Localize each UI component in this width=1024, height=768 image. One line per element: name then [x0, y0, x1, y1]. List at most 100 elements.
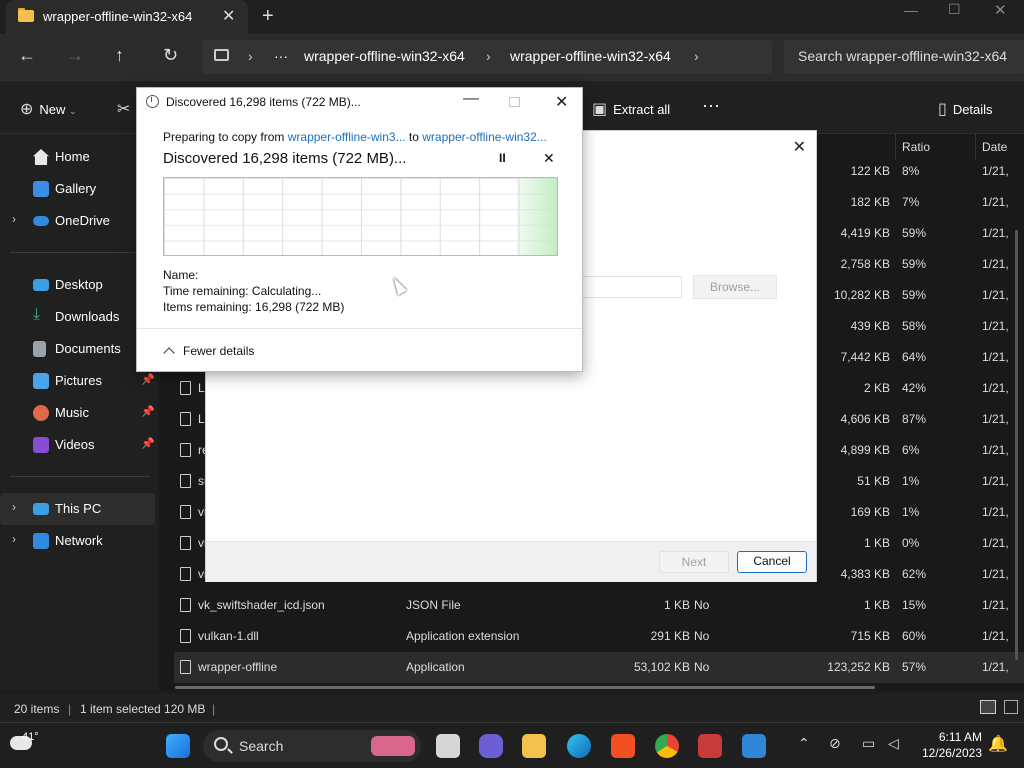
- chevron-right-icon[interactable]: ›: [694, 48, 699, 64]
- explorer-tab[interactable]: wrapper-offline-win32-x64 ✕: [6, 0, 248, 34]
- clock[interactable]: 6:11 AM 12/26/2023: [916, 729, 982, 761]
- cancel-copy-icon[interactable]: ✕: [543, 150, 555, 167]
- sidebar-item-onedrive[interactable]: › OneDrive: [0, 205, 155, 237]
- tiles-view-icon[interactable]: [1004, 700, 1018, 714]
- dialog-close-icon[interactable]: ✕: [555, 92, 568, 112]
- breadcrumb-overflow[interactable]: ···: [274, 48, 288, 64]
- chevron-right-icon[interactable]: ›: [12, 532, 16, 546]
- destination-link[interactable]: wrapper-offline-win32...: [422, 130, 547, 144]
- file-icon: [180, 598, 191, 612]
- task-view-icon[interactable]: [436, 734, 460, 758]
- cell-name: vulkan-1.dll: [198, 629, 259, 643]
- teams-icon[interactable]: [479, 734, 503, 758]
- minimize-icon[interactable]: —: [463, 90, 479, 108]
- network-status-icon[interactable]: ⊘: [829, 735, 841, 752]
- sidebar-item-this-pc[interactable]: › This PC: [0, 493, 155, 525]
- volume-muted-icon[interactable]: ◁: [888, 735, 899, 752]
- refresh-icon[interactable]: ↻: [163, 45, 178, 66]
- edge-icon[interactable]: [567, 734, 591, 758]
- table-row[interactable]: wrapper-offline Application 53,102 KB No 123…: [174, 652, 1024, 683]
- table-row[interactable]: vulkan-1.dll Application extension 291 KB N…: [174, 621, 1024, 652]
- maximize-icon[interactable]: ☐: [948, 1, 961, 18]
- chrome-icon[interactable]: [655, 734, 679, 758]
- back-icon[interactable]: ←: [18, 45, 36, 66]
- chevron-right-icon: ›: [486, 48, 491, 64]
- show-hidden-icons-icon[interactable]: ⌃: [798, 735, 810, 752]
- details-view-icon[interactable]: [980, 700, 996, 714]
- sidebar-item-videos[interactable]: Videos 📌: [0, 429, 155, 461]
- search-placeholder: Search wrapper-offline-win32-x64: [798, 48, 1008, 64]
- pin-icon[interactable]: 📌: [141, 437, 155, 450]
- winrar-icon[interactable]: [698, 734, 722, 758]
- chevron-right-icon[interactable]: ›: [12, 500, 16, 514]
- date: 12/26/2023: [921, 746, 982, 760]
- start-icon[interactable]: [166, 734, 190, 758]
- cell-size: 123,252 KB: [827, 660, 890, 674]
- cell-date: 1/21,: [982, 195, 1009, 209]
- pin-icon[interactable]: 📌: [141, 373, 155, 386]
- browse-button[interactable]: Browse...: [693, 275, 777, 299]
- table-row[interactable]: vk_swiftshader_icd.json JSON File 1 KB No 1 …: [174, 590, 1024, 621]
- sidebar-item-home[interactable]: Home: [0, 141, 155, 173]
- up-icon[interactable]: ↑: [115, 45, 124, 66]
- sidebar-item-documents[interactable]: Documents: [0, 333, 155, 365]
- cell-protected: No: [694, 598, 710, 612]
- next-button[interactable]: Next: [659, 551, 729, 573]
- selection-info: 1 item selected 120 MB: [80, 702, 206, 716]
- forward-icon[interactable]: →: [66, 45, 84, 66]
- chevron-right-icon: ›: [248, 48, 253, 64]
- minimize-icon[interactable]: —: [904, 2, 918, 18]
- wizard-close-icon[interactable]: ✕: [793, 137, 806, 157]
- vertical-scrollbar[interactable]: [1015, 230, 1018, 660]
- volume-icon[interactable]: ▭: [862, 735, 875, 752]
- chevron-right-icon[interactable]: ›: [12, 212, 16, 226]
- cut-icon[interactable]: ✂: [117, 99, 136, 119]
- cell-date: 1/21,: [982, 257, 1009, 271]
- breadcrumb-segment-1[interactable]: wrapper-offline-win32-x64: [304, 48, 465, 64]
- column-header-date[interactable]: Date: [982, 140, 1007, 154]
- close-window-icon[interactable]: ✕: [994, 1, 1007, 19]
- taskbar-search[interactable]: Search: [203, 730, 421, 762]
- cell-size: 4,606 KB: [840, 412, 890, 426]
- plus-icon: ⊕: [20, 101, 34, 118]
- more-options-button[interactable]: ···: [702, 95, 720, 116]
- paint-icon[interactable]: [742, 734, 766, 758]
- dialog-title: Discovered 16,298 items (722 MB)...: [166, 95, 361, 109]
- sidebar-item-music[interactable]: Music 📌: [0, 397, 155, 429]
- horizontal-scrollbar[interactable]: [175, 686, 875, 689]
- cell-name: L: [198, 412, 205, 426]
- fewer-details-toggle[interactable]: Fewer details: [163, 344, 254, 359]
- file-icon: [180, 536, 191, 550]
- search-box[interactable]: Search wrapper-offline-win32-x64: [784, 40, 1024, 74]
- notification-bell-icon[interactable]: 🔔: [988, 734, 1008, 754]
- sidebar-item-network[interactable]: › Network: [0, 525, 155, 557]
- column-header-ratio[interactable]: Ratio: [902, 140, 930, 154]
- cell-date: 1/21,: [982, 443, 1009, 457]
- sidebar-item-downloads[interactable]: ⤓ Downloads: [0, 301, 155, 333]
- item-count: 20 items: [14, 702, 60, 716]
- address-bar[interactable]: › ··· wrapper-offline-win32-x64 › wrappe…: [202, 40, 772, 74]
- cell-size: 439 KB: [850, 319, 890, 333]
- details-button[interactable]: ▯ Details: [938, 99, 993, 119]
- close-tab-icon[interactable]: ✕: [222, 6, 235, 26]
- store-icon[interactable]: [611, 734, 635, 758]
- music-icon: [33, 405, 49, 421]
- extract-all-button[interactable]: ▣ Extract all: [592, 99, 670, 119]
- cell-size: 2,758 KB: [840, 257, 890, 271]
- sidebar-item-pictures[interactable]: Pictures 📌: [0, 365, 155, 397]
- breadcrumb-segment-2[interactable]: wrapper-offline-win32-x64: [510, 48, 671, 64]
- destination-field[interactable]: [582, 276, 682, 298]
- file-explorer-icon[interactable]: [522, 734, 546, 758]
- pin-icon[interactable]: 📌: [141, 405, 155, 418]
- cell-ratio: 87%: [902, 412, 927, 426]
- cancel-button[interactable]: Cancel: [737, 551, 807, 573]
- videos-icon: [33, 437, 49, 453]
- pause-icon[interactable]: II: [499, 151, 506, 165]
- new-button[interactable]: ⊕ New ⌄: [20, 99, 77, 119]
- source-link[interactable]: wrapper-offline-win3...: [288, 130, 406, 144]
- tab-title: wrapper-offline-win32-x64: [43, 9, 193, 24]
- maximize-icon: [509, 97, 520, 107]
- sidebar-item-gallery[interactable]: Gallery: [0, 173, 155, 205]
- sidebar-item-desktop[interactable]: Desktop: [0, 269, 155, 301]
- new-tab-button[interactable]: +: [262, 5, 274, 28]
